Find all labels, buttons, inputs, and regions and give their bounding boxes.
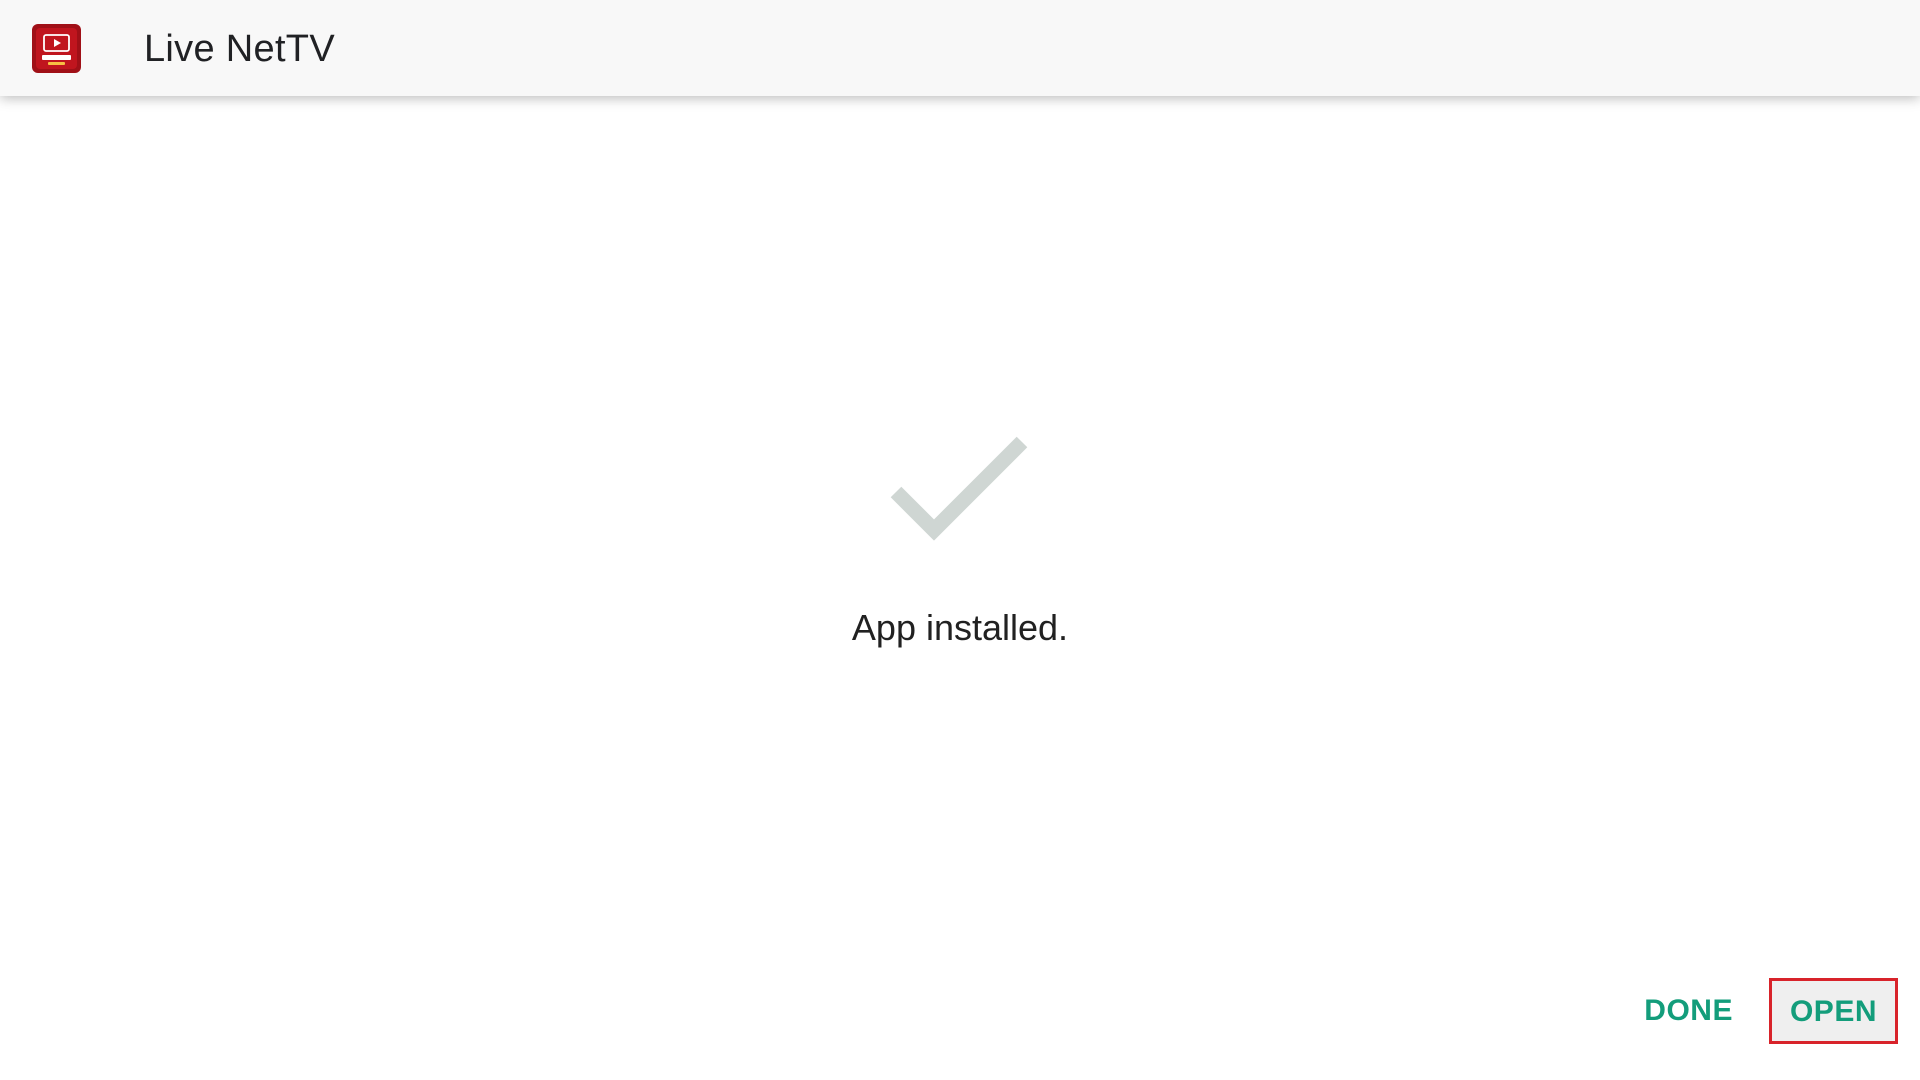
dialog-actions: DONE OPEN (1626, 976, 1898, 1046)
installation-result-panel: App installed. (0, 96, 1920, 1080)
done-button[interactable]: DONE (1626, 980, 1751, 1042)
app-installed-screen: Live NetTV App installed. DONE OPEN (0, 0, 1920, 1080)
checkmark-icon (890, 434, 1030, 546)
app-title: Live NetTV (144, 28, 335, 70)
open-button[interactable]: OPEN (1768, 978, 1898, 1044)
install-status-message: App installed. (851, 607, 1069, 648)
top-bar: Live NetTV (0, 0, 1920, 96)
live-nettv-icon (32, 24, 81, 73)
